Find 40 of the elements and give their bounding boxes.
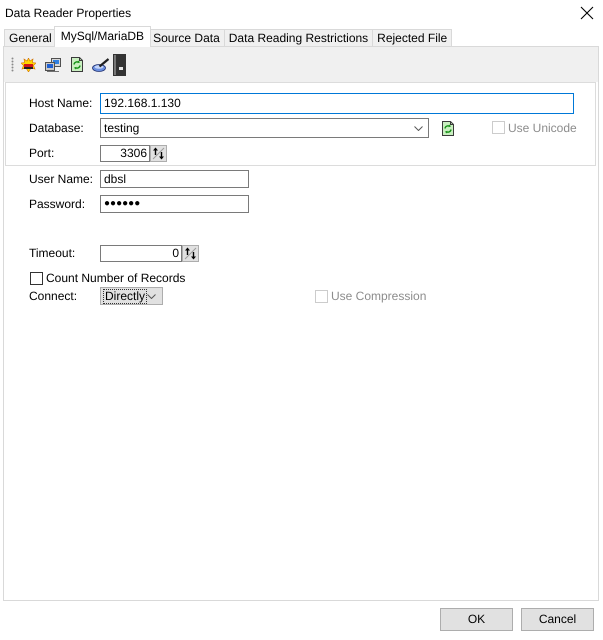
close-icon[interactable] (580, 6, 594, 20)
up-down-arrows-icon (152, 147, 165, 160)
tower-icon[interactable] (113, 54, 126, 76)
caret-icon[interactable] (147, 294, 156, 299)
dropdown-field[interactable]: testing (100, 118, 429, 138)
up-down-arrows-icon (184, 247, 197, 260)
field-label: Timeout: (29, 246, 76, 261)
window-title: Data Reader Properties (5, 6, 132, 20)
dialog-button[interactable]: OK (440, 608, 513, 631)
field-label: Database: (29, 120, 85, 136)
computers-icon[interactable] (45, 58, 61, 72)
checkbox-label: Count Number of Records (46, 271, 186, 286)
field-label: Password: (29, 196, 86, 212)
spin-button[interactable] (150, 145, 167, 162)
grip-icon (11, 56, 14, 72)
number-field[interactable]: 3306 (100, 145, 150, 162)
text-field[interactable]: 192.168.1.130 (100, 93, 574, 114)
field-label: Connect: (29, 289, 78, 304)
tab[interactable]: General (4, 29, 57, 46)
tab[interactable]: Source Data (148, 29, 225, 46)
caret-icon[interactable] (414, 126, 423, 130)
checkbox[interactable] (30, 272, 43, 285)
tab[interactable]: Data Reading Restrictions (224, 29, 374, 46)
refresh-document-icon[interactable] (441, 120, 455, 136)
tab[interactable]: Rejected File (372, 29, 452, 46)
checkbox-label: Use Compression (331, 289, 426, 304)
tab[interactable]: MySql/MariaDB (54, 26, 152, 47)
checkbox-label: Use Unicode (508, 120, 577, 136)
refresh-document-icon[interactable] (70, 57, 84, 72)
spin-button[interactable] (182, 245, 199, 262)
dialog-button[interactable]: Cancel (521, 608, 594, 631)
field-label: Host Name: (29, 96, 94, 111)
dropdown-button[interactable]: Directly (100, 287, 163, 306)
field-label: User Name: (29, 172, 94, 186)
number-field[interactable]: 0 (100, 245, 182, 262)
starburst-icon[interactable] (21, 58, 36, 72)
brush-bowl-icon[interactable] (92, 58, 110, 72)
password-field[interactable]: ●●●●●● (100, 195, 249, 213)
field-label: Port: (29, 146, 56, 161)
text-field[interactable]: dbsl (100, 170, 249, 188)
